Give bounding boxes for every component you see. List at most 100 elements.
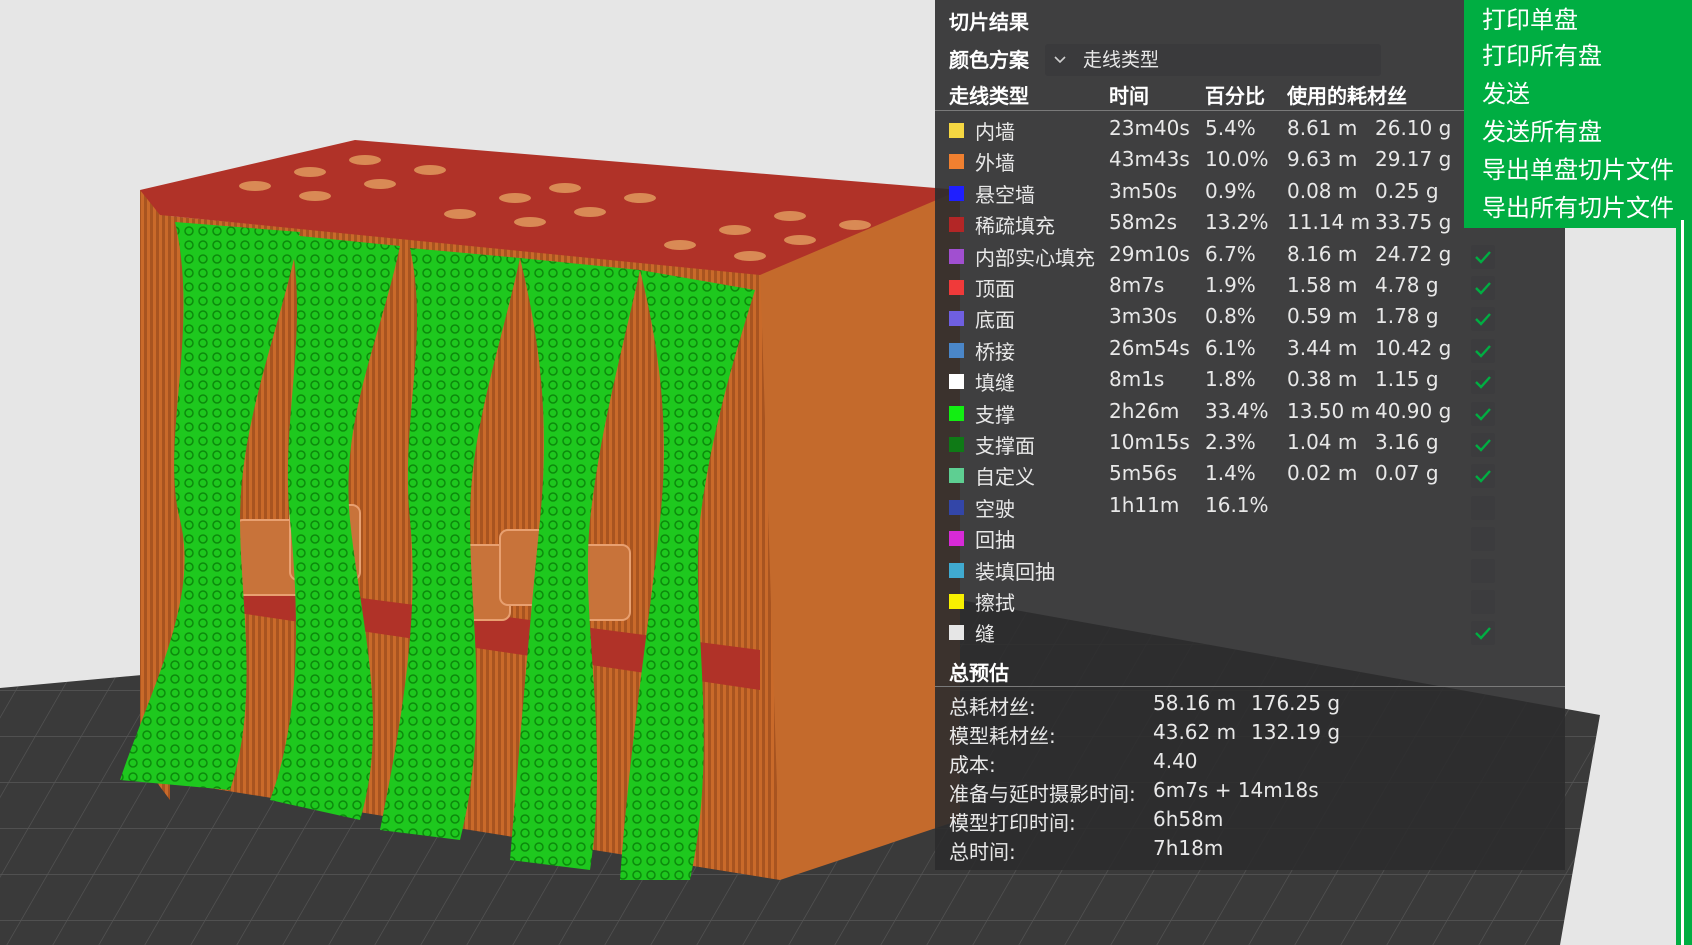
- feature-row: 填缝 8m1s 1.8% 0.38 m 1.15 g: [935, 365, 1565, 396]
- feature-row: 空驶 1h11m 16.1%: [935, 491, 1565, 522]
- summary-value: 7h18m: [1153, 836, 1224, 860]
- feature-time: 23m40s: [1109, 116, 1190, 140]
- feature-row: 自定义 5m56s 1.4% 0.02 m 0.07 g: [935, 459, 1565, 490]
- feature-length: 0.38 m: [1287, 367, 1358, 392]
- visibility-checkbox[interactable]: [1471, 370, 1495, 395]
- visibility-checkbox[interactable]: [1471, 495, 1495, 520]
- feature-name: 支撑面: [975, 434, 1035, 458]
- feature-name: 外墙: [975, 151, 1015, 176]
- color-swatch: [949, 562, 964, 578]
- checkmark-icon: [1475, 344, 1491, 358]
- summary-row: 总时间: 7h18m: [935, 836, 1565, 865]
- print-action-menu: 打印单盘 打印所有盘 发送 发送所有盘 导出单盘切片文件 导出所有切片文件: [1464, 0, 1676, 228]
- feature-time: 5m56s: [1109, 461, 1178, 486]
- feature-row: 桥接 26m54s 6.1% 3.44 m 10.42 g: [935, 334, 1565, 365]
- visibility-checkbox[interactable]: [1471, 621, 1495, 646]
- feature-time: 10m15s: [1109, 430, 1190, 454]
- feature-percent: 2.3%: [1205, 430, 1256, 454]
- visibility-checkbox[interactable]: [1471, 527, 1495, 552]
- feature-percent: 13.2%: [1205, 210, 1269, 235]
- green-edge-strip: [1676, 0, 1692, 945]
- feature-row: 回抽: [935, 522, 1565, 553]
- summary-value: 6m7s + 14m18s: [1153, 778, 1319, 802]
- checkmark-icon: [1475, 407, 1491, 421]
- feature-name: 自定义: [975, 465, 1035, 490]
- summary-row: 模型打印时间: 6h58m: [935, 807, 1565, 836]
- feature-length: 11.14 m: [1287, 210, 1371, 235]
- feature-name: 桥接: [975, 339, 1015, 364]
- menu-item-send[interactable]: 发送: [1482, 74, 1530, 109]
- feature-percent: 1.9%: [1205, 273, 1256, 297]
- color-swatch: [949, 405, 964, 421]
- summary-row: 准备与延时摄影时间: 6m7s + 14m18s: [935, 778, 1565, 807]
- color-swatch: [949, 594, 964, 609]
- feature-row: 支撑面 10m15s 2.3% 1.04 m 3.16 g: [935, 428, 1565, 459]
- feature-weight: 4.78 g: [1375, 273, 1439, 297]
- summary-title: 总预估: [949, 661, 1009, 685]
- visibility-checkbox[interactable]: [1471, 590, 1495, 614]
- feature-weight: 0.07 g: [1375, 461, 1439, 486]
- feature-time: 8m1s: [1109, 367, 1165, 392]
- feature-name: 擦拭: [975, 591, 1015, 615]
- feature-time: 58m2s: [1109, 210, 1178, 235]
- feature-length: 8.61 m: [1287, 116, 1358, 140]
- feature-row: 内部实心填充 29m10s 6.7% 8.16 m 24.72 g: [935, 240, 1565, 271]
- column-header-type: 走线类型: [949, 84, 1029, 108]
- feature-percent: 6.1%: [1205, 335, 1256, 360]
- feature-length: 0.08 m: [1287, 178, 1358, 203]
- menu-item-print-all[interactable]: 打印所有盘: [1482, 36, 1602, 71]
- feature-name: 稀疏填充: [975, 214, 1055, 239]
- menu-item-export-plate[interactable]: 导出单盘切片文件: [1482, 150, 1674, 185]
- visibility-checkbox[interactable]: [1471, 433, 1495, 457]
- feature-time: 29m10s: [1109, 241, 1190, 266]
- visibility-checkbox[interactable]: [1471, 401, 1495, 426]
- feature-weight: 3.16 g: [1375, 430, 1439, 454]
- menu-item-export-all[interactable]: 导出所有切片文件: [1482, 188, 1674, 223]
- feature-length: 3.44 m: [1287, 335, 1358, 360]
- feature-weight: 24.72 g: [1375, 241, 1452, 266]
- feature-time: 1h11m: [1109, 492, 1180, 517]
- summary-value: 43.62 m: [1153, 720, 1237, 744]
- feature-percent: 6.7%: [1205, 241, 1256, 266]
- color-swatch: [949, 154, 964, 170]
- color-swatch: [949, 374, 964, 390]
- color-swatch: [949, 625, 964, 641]
- feature-percent: 5.4%: [1205, 116, 1256, 140]
- feature-name: 回抽: [975, 528, 1015, 553]
- color-scheme-value: 走线类型: [1083, 49, 1160, 71]
- visibility-checkbox[interactable]: [1471, 244, 1495, 269]
- feature-name: 底面: [975, 308, 1015, 333]
- menu-item-print-plate[interactable]: 打印单盘: [1482, 0, 1578, 35]
- summary-label: 模型打印时间:: [949, 811, 1076, 835]
- feature-weight: 33.75 g: [1375, 210, 1452, 235]
- menu-item-send-all[interactable]: 发送所有盘: [1482, 112, 1602, 147]
- feature-percent: 16.1%: [1205, 492, 1269, 517]
- feature-weight: 10.42 g: [1375, 335, 1452, 360]
- feature-weight: 40.90 g: [1375, 398, 1452, 423]
- summary-label: 模型耗材丝:: [949, 724, 1056, 748]
- summary-row: 总耗材丝: 58.16 m 176.25 g: [935, 691, 1565, 720]
- edge-highlight: [1681, 220, 1684, 945]
- feature-time: 43m43s: [1109, 147, 1190, 172]
- color-swatch: [949, 468, 964, 484]
- feature-time: 8m7s: [1109, 273, 1165, 297]
- feature-percent: 0.9%: [1205, 178, 1256, 203]
- color-swatch: [949, 311, 964, 327]
- feature-time: 26m54s: [1109, 335, 1190, 360]
- feature-name: 空驶: [975, 496, 1015, 521]
- checkmark-icon: [1475, 439, 1491, 452]
- visibility-checkbox[interactable]: [1471, 338, 1495, 363]
- summary-value: 6h58m: [1153, 807, 1224, 831]
- checkmark-icon: [1475, 470, 1491, 484]
- feature-row: 缝: [935, 616, 1565, 647]
- visibility-checkbox[interactable]: [1471, 276, 1495, 300]
- visibility-checkbox[interactable]: [1471, 464, 1495, 489]
- summary-value: 4.40: [1153, 749, 1198, 773]
- color-scheme-dropdown[interactable]: 走线类型: [1045, 44, 1381, 76]
- visibility-checkbox[interactable]: [1471, 558, 1495, 583]
- visibility-checkbox[interactable]: [1471, 307, 1495, 332]
- column-header-time: 时间: [1109, 84, 1149, 108]
- feature-length: 8.16 m: [1287, 241, 1358, 266]
- column-header-percent: 百分比: [1205, 84, 1265, 108]
- color-swatch: [949, 342, 964, 358]
